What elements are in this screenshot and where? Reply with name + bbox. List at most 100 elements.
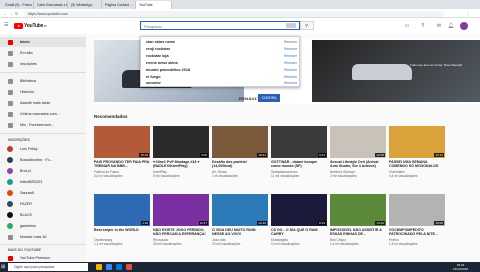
video-card[interactable]: 22:40 O VIDA DEU MUITO RUIM NESSE AO VIV… — [212, 194, 268, 262]
video-card[interactable]: 15:46 PAIS PROVANDO TER FAIA PRA TREINAR… — [94, 126, 150, 194]
video-title[interactable]: PASSEI UMA SEMANA COMENDO SÓ MCDONALDS — [389, 160, 445, 169]
suggestion-item[interactable]: smoretv Remover — [141, 80, 301, 86]
video-title[interactable]: CS GO - O DIA QUE O RAW CARRY — [271, 228, 327, 237]
video-card[interactable]: 13:02 IMPOSSIVEL NÃO ASSISTIR A ESSAS RI… — [330, 194, 386, 262]
channel-avatar — [7, 157, 13, 163]
sidebar-sub-item[interactable]: Luis Frikky — [0, 144, 86, 154]
video-thumbnail[interactable]: 18:21 — [212, 126, 268, 158]
sidebar-item-trending[interactable]: Em alta — [0, 48, 86, 58]
video-card[interactable]: 4:18 Best sniper in the WORLD Ownthewayy… — [94, 194, 150, 262]
sidebar-sub-item[interactable]: FAZER — [0, 199, 86, 209]
messages-icon[interactable]: ✉ — [436, 23, 442, 29]
sidebar-item-label: Bosssthumbs · Fo... — [20, 157, 53, 162]
suggestion-item[interactable]: evens newz skins Remover — [141, 60, 301, 66]
keyboard-icon[interactable] — [286, 23, 296, 28]
playlist-icon — [8, 122, 13, 128]
sidebar-sub-item[interactable]: Bosssthumbs · Fo... — [0, 155, 86, 165]
video-title[interactable]: IMPOSSIVEL NÃO ASSISTIR A ESSAS RINHAS D… — [330, 228, 386, 237]
taskbar-search-input[interactable]: Digite aqui para pesquisar — [8, 263, 88, 271]
browser-tab[interactable]: Cabo Executado Linhares e ... — [34, 1, 68, 9]
show-more-button[interactable]: Mostrar mais 16 — [0, 232, 86, 242]
video-title[interactable]: ♥ Nine2 PvP Montage #43 ♥ (BADLEX/KarelP… — [153, 160, 209, 169]
video-card[interactable]: 9:31 GOTTWAR - dataré bosque como mundo … — [271, 126, 327, 194]
sidebar-sub-item[interactable]: gameeiss — [0, 221, 86, 231]
remove-suggestion-link[interactable]: Remover — [284, 75, 297, 79]
reload-icon[interactable]: ↻ — [15, 11, 18, 16]
video-card[interactable]: 8:13 CS GO - O DIA QUE O RAW CARRY Estra… — [271, 194, 327, 262]
video-title[interactable]: Sexual Lifestyle Deli (Arrival Aum Studi… — [330, 160, 386, 169]
remove-suggestion-link[interactable]: Remover — [284, 81, 297, 85]
sidebar-item-label: Histórico — [20, 89, 35, 94]
forward-arrow-icon[interactable]: → — [9, 11, 13, 16]
browser-tab-active[interactable]: YouTube — [136, 1, 172, 9]
video-title[interactable]: O VIDA DEU MUITO RUIM NESSE AO VIVO! — [212, 228, 268, 237]
video-thumbnail[interactable]: 9:31 — [271, 126, 327, 158]
suggestion-item[interactable]: clan skins news Remover — [141, 39, 301, 45]
search-input[interactable]: Pesquisar — [140, 21, 300, 30]
confira-button[interactable]: CONFIRA — [258, 94, 280, 102]
sidebar-sub-item[interactable]: BLACK — [0, 210, 86, 220]
sidebar-item-history[interactable]: Histórico — [0, 87, 86, 97]
avatar[interactable] — [460, 22, 468, 30]
video-thumbnail[interactable]: 10:12 — [389, 126, 445, 158]
remove-suggestion-link[interactable]: Remover — [284, 40, 297, 44]
app-icon[interactable] — [126, 264, 132, 270]
sidebar-sub-item[interactable]: BroLol — [0, 166, 86, 176]
video-card[interactable]: 16:00 VOCEMPOMPEDITO PATROCINADO PELA NI… — [389, 194, 445, 262]
clock[interactable]: 18:23 13/12/2018 — [453, 263, 468, 271]
suggestion-item[interactable]: rockstar loja Remover — [141, 53, 301, 59]
apps-grid-icon[interactable]: ⠿ — [420, 23, 426, 29]
sidebar-item-mix[interactable]: Mix - Foreseemore... — [0, 120, 86, 130]
video-thumbnail[interactable]: 4:18 — [94, 194, 150, 226]
video-thumbnail[interactable]: 3:05 — [153, 126, 209, 158]
video-title[interactable]: Best sniper in the WORLD — [94, 228, 150, 232]
sidebar-item-label: FAZER — [20, 201, 32, 206]
video-card[interactable]: 11:47 NÃO EXISTE JOGO PERDIDO, NÃO PERCA… — [153, 194, 209, 262]
video-thumbnail[interactable]: 16:00 — [389, 194, 445, 226]
sidebar-item-subscriptions[interactable]: Inscrições — [0, 59, 86, 69]
video-title[interactable]: Desafio dos pastéis! (14,000kcal) — [212, 160, 268, 169]
sidebar-item-library[interactable]: Biblioteca — [0, 76, 86, 86]
chrome-icon[interactable] — [106, 264, 112, 270]
back-arrow-icon[interactable]: ← — [3, 11, 7, 16]
video-card[interactable]: 18:21 Desafio dos pastéis! (14,000kcal) … — [212, 126, 268, 194]
browser-tab[interactable]: Gmail (9) - Frisvo — [2, 1, 34, 9]
duration-badge: 16:00 — [434, 221, 444, 225]
sidebar-sub-item[interactable]: fotbolBR2023 — [0, 177, 86, 187]
video-title[interactable]: GOTTWAR - dataré bosque como mundo (SP) — [271, 160, 327, 169]
remove-suggestion-link[interactable]: Remover — [284, 68, 297, 72]
video-card[interactable]: 10:12 PASSEI UMA SEMANA COMENDO SÓ MCDON… — [389, 126, 445, 194]
url-field[interactable]: https://www.youtube.com — [24, 10, 444, 17]
suggestion-item[interactable]: mundo psicodelico 2018 Remover — [141, 67, 301, 73]
sidebar-sub-item[interactable]: Sauras8 — [0, 188, 86, 198]
browser-tab[interactable]: (5) WhatsApp — [68, 1, 102, 9]
video-thumbnail[interactable]: 11:47 — [153, 194, 209, 226]
sidebar-item-home[interactable]: Início — [0, 37, 86, 47]
video-title[interactable]: VOCEMPOMPEDITO PATROCINADO PELA NITE... — [389, 228, 445, 237]
file-explorer-icon[interactable] — [96, 264, 102, 270]
video-thumbnail[interactable]: 12:05 — [330, 126, 386, 158]
suggestion-item[interactable]: renji rockstar Remover — [141, 46, 301, 52]
video-thumbnail[interactable]: 22:40 — [212, 194, 268, 226]
hamburger-menu-icon[interactable]: ☰ — [4, 23, 8, 28]
search-button[interactable]: ⚲ — [300, 21, 314, 30]
video-card[interactable]: 12:05 Sexual Lifestyle Deli (Arrival Aum… — [330, 126, 386, 194]
menu-dots-icon[interactable]: ⋮ — [466, 11, 470, 16]
video-title[interactable]: PAIS PROVANDO TER FAIA PRA TREINAR NA BB… — [94, 160, 150, 169]
remove-suggestion-link[interactable]: Remover — [284, 61, 297, 65]
video-thumbnail[interactable]: 15:46 — [94, 126, 150, 158]
video-title[interactable]: NÃO EXISTE JOGO PERDIDO, NÃO PERCAM A ES… — [153, 228, 209, 237]
browser-tab[interactable]: Página Contact ... — [102, 1, 136, 9]
video-thumbnail[interactable]: 8:13 — [271, 194, 327, 226]
sidebar-item-liked[interactable]: Vídeos marcados com... — [0, 109, 86, 119]
video-thumbnail[interactable]: 13:02 — [330, 194, 386, 226]
youtube-logo[interactable]: YouTube BR — [14, 22, 47, 30]
remove-suggestion-link[interactable]: Remover — [284, 47, 297, 51]
sidebar-item-watch-later[interactable]: Assistir mais tarde — [0, 98, 86, 108]
notifications-bell-icon[interactable]: 🔔︎ — [448, 23, 454, 29]
remove-suggestion-link[interactable]: Remover — [284, 54, 297, 58]
create-video-icon[interactable]: ▭ — [404, 23, 410, 29]
windows-start-icon[interactable]: ⊞ — [1, 264, 5, 270]
edge-icon[interactable] — [116, 264, 122, 270]
video-card[interactable]: 3:05 ♥ Nine2 PvP Montage #43 ♥ (BADLEX/K… — [153, 126, 209, 194]
